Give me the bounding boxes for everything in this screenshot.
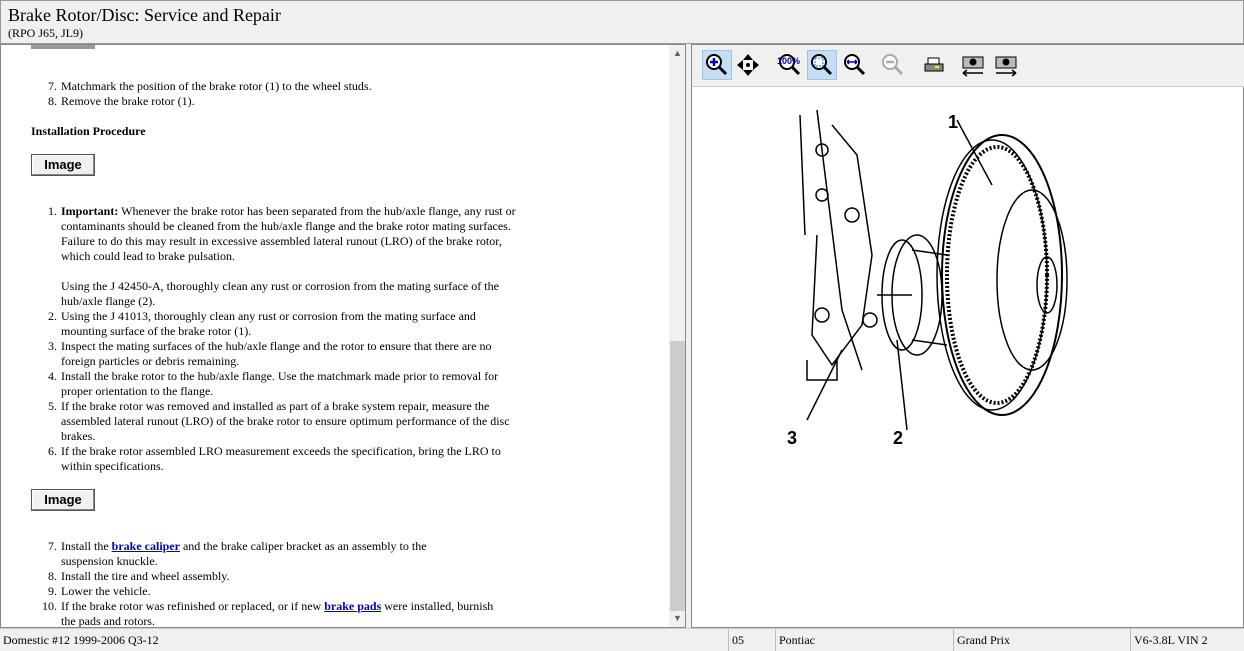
callout-label: 2	[893, 428, 904, 448]
pan-icon[interactable]	[733, 50, 763, 80]
status-model: Grand Prix	[953, 629, 1130, 651]
procedure-pane[interactable]: 7. Matchmark the position of the brake ro…	[0, 44, 686, 628]
callout-label: 3	[787, 428, 798, 448]
page-subtitle: (RPO J65, JL9)	[8, 26, 84, 40]
status-engine: V6-3.8L VIN 2	[1130, 629, 1244, 651]
list-item-text: Using the J 42450-A, thoroughly clean an…	[61, 279, 499, 308]
list-item: 1. Important: Whenever the brake rotor ha…	[48, 204, 516, 263]
print-icon[interactable]	[919, 50, 949, 80]
brake-caliper-link[interactable]: brake caliper	[112, 539, 180, 553]
list-item: 3. Inspect the mating surfaces of the hub…	[48, 339, 492, 368]
installation-heading: Installation Procedure	[31, 124, 146, 138]
list-item: 8. Remove the brake rotor (1).	[48, 94, 195, 108]
scroll-thumb[interactable]	[670, 341, 685, 611]
list-item: 7. Install the brake caliper and the brak…	[48, 539, 427, 568]
list-item: 2. Using the J 41013, thoroughly clean an…	[48, 309, 476, 338]
zoom-fit-icon[interactable]	[807, 50, 837, 80]
image-pane: 100% 1 2 3	[691, 44, 1244, 628]
page-title: Brake Rotor/Disc: Service and Repair	[8, 5, 281, 25]
image-button[interactable]: Image	[31, 489, 95, 511]
previous-image-icon[interactable]	[958, 50, 988, 80]
zoom-out-icon[interactable]	[878, 50, 908, 80]
list-item: 5. If the brake rotor was removed and ins…	[48, 399, 510, 443]
status-edition: Domestic #12 1999-2006 Q3-12	[3, 633, 159, 647]
zoom-100-icon[interactable]: 100%	[774, 50, 804, 80]
status-year: 05	[728, 629, 775, 651]
status-make: Pontiac	[775, 629, 953, 651]
list-item: 6. If the brake rotor assembled LRO measu…	[48, 444, 501, 473]
list-item: 4. Install the brake rotor to the hub/axl…	[48, 369, 499, 398]
vertical-scrollbar[interactable]: ▲ ▼	[669, 45, 685, 627]
image-toolbar: 100%	[692, 45, 1244, 87]
brake-rotor-diagram	[799, 109, 1068, 431]
image-button[interactable]: Image	[31, 154, 95, 176]
list-item: 7. Matchmark the position of the brake ro…	[48, 79, 372, 93]
list-item: 9. Lower the vehicle.	[48, 584, 151, 598]
zoom-width-icon[interactable]	[840, 50, 870, 80]
callout-label: 1	[948, 112, 959, 132]
list-item: 8. Install the tire and wheel assembly.	[48, 569, 230, 583]
status-bar: Domestic #12 1999-2006 Q3-12 05 Pontiac …	[0, 628, 1244, 651]
list-item: 10. If the brake rotor was refinished or …	[42, 599, 494, 628]
svg-text:100%: 100%	[777, 56, 800, 66]
divider	[31, 45, 95, 49]
zoom-in-icon[interactable]	[702, 50, 732, 80]
brake-pads-link[interactable]: brake pads	[324, 599, 381, 613]
title-bar: Brake Rotor/Disc: Service and Repair (RP…	[0, 0, 1244, 44]
scroll-down-icon[interactable]: ▼	[669, 610, 685, 627]
scroll-up-icon[interactable]: ▲	[669, 45, 685, 62]
next-image-icon[interactable]	[991, 50, 1021, 80]
